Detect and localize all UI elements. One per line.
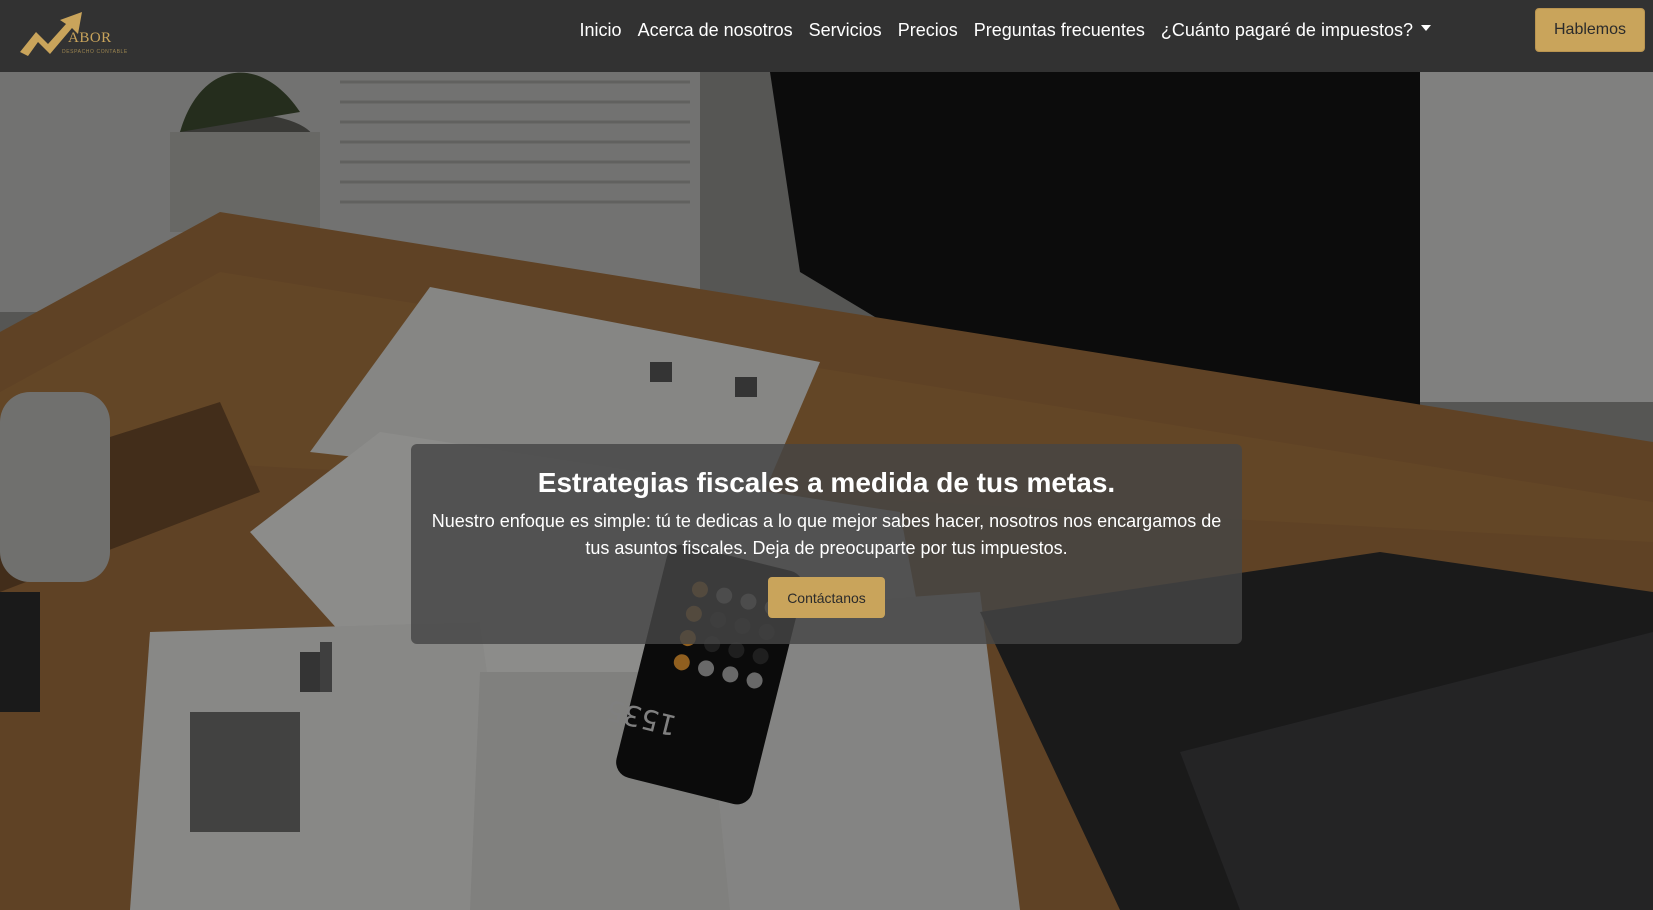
nav-menu: Inicio Acerca de nosotros Servicios Prec…: [572, 0, 1439, 60]
hero-section: 1535 Estrategias fiscales a medida de tu…: [0, 72, 1653, 910]
hero-description: Nuestro enfoque es simple: tú te dedicas…: [431, 511, 1222, 558]
nav-item-impuestos-label: ¿Cuánto pagaré de impuestos?: [1160, 19, 1413, 40]
nav-item-precios[interactable]: Precios: [890, 20, 966, 41]
brand-logo[interactable]: ABOR DESPACHO CONTABLE: [18, 8, 138, 64]
logo-text: ABOR: [68, 30, 112, 46]
hablemos-button[interactable]: Hablemos: [1535, 8, 1645, 52]
hero-card: Estrategias fiscales a medida de tus met…: [411, 444, 1242, 644]
nav-item-impuestos-dropdown[interactable]: ¿Cuánto pagaré de impuestos?: [1153, 20, 1439, 41]
caret-down-icon: [1421, 24, 1431, 31]
logo-subtext: DESPACHO CONTABLE: [62, 49, 128, 55]
contactanos-button[interactable]: Contáctanos: [768, 577, 885, 618]
top-navbar: ABOR DESPACHO CONTABLE Inicio Acerca de …: [0, 0, 1653, 72]
nav-item-acerca[interactable]: Acerca de nosotros: [630, 20, 801, 41]
nav-item-servicios[interactable]: Servicios: [801, 20, 890, 41]
nav-item-inicio[interactable]: Inicio: [572, 20, 630, 41]
nav-item-preguntas[interactable]: Preguntas frecuentes: [966, 20, 1153, 41]
hero-title: Estrategias fiscales a medida de tus met…: [537, 467, 1116, 498]
